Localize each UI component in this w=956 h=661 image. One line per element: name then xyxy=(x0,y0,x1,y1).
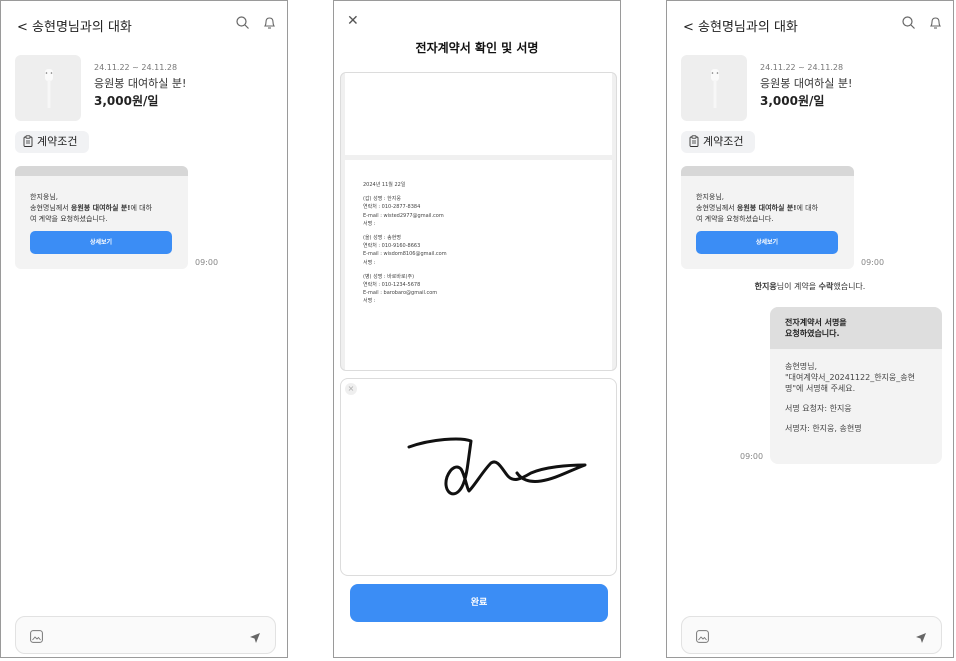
back-button[interactable]: < 송현명님과의 대화 xyxy=(683,16,798,35)
search-icon[interactable] xyxy=(902,16,915,29)
clipboard-icon xyxy=(23,135,33,147)
chat-title: 송현명님과의 대화 xyxy=(698,20,798,35)
chat-title: 송현명님과의 대화 xyxy=(32,20,132,35)
contract-page-2: 2024년 11월 22일 (갑) 성명 : 한지웅 연락처 : 010-287… xyxy=(345,160,612,370)
chat-header: < 송현명님과의 대화 xyxy=(1,1,287,47)
contract-page-1 xyxy=(345,73,612,155)
message-composer[interactable] xyxy=(681,616,942,654)
party-3: (병) 성명 : 바로바로(주) 연락처 : 010-1234-5678 E-m… xyxy=(363,273,438,305)
product-thumbnail xyxy=(681,55,747,121)
product-title: 응원봉 대여하실 분! xyxy=(760,77,853,90)
signature-stroke xyxy=(407,437,587,496)
signature-request-header: 전자계약서 서명을 요청하였습니다. xyxy=(770,307,942,349)
terms-chip-label: 계약조건 xyxy=(37,135,78,148)
back-icon: < xyxy=(17,20,28,35)
details-button[interactable]: 상세보기 xyxy=(696,231,838,254)
rental-dates: 24.11.22 ~ 24.11.28 xyxy=(760,63,844,72)
image-icon[interactable] xyxy=(696,628,709,647)
card-header-bar xyxy=(15,166,188,176)
party-1: (갑) 성명 : 한지웅 연락처 : 010-2877-8384 E-mail … xyxy=(363,196,444,227)
chat-screen-after: < 송현명님과의 대화 24.11.22 ~ 24.11.28 응원봉 대여하실… xyxy=(666,0,954,658)
message-time: 09:00 xyxy=(740,452,764,461)
contract-sign-screen: ✕ 전자계약서 확인 및 서명 2024년 11월 22일 (갑) 성명 : 한… xyxy=(333,0,621,658)
send-icon[interactable] xyxy=(915,629,927,648)
signature-request-card[interactable]: 전자계약서 서명을 요청하였습니다. 송현명님, "대여계약서_20241122… xyxy=(770,307,942,464)
system-message: 한지웅님이 계약을 수락했습니다. xyxy=(754,282,866,291)
terms-chip-label: 계약조건 xyxy=(703,135,744,148)
rental-dates: 24.11.22 ~ 24.11.28 xyxy=(94,63,178,72)
message-time: 09:00 xyxy=(195,258,219,267)
contract-title: 전자계약서 확인 및 서명 xyxy=(415,41,539,55)
back-button[interactable]: < 송현명님과의 대화 xyxy=(17,16,132,35)
terms-chip[interactable]: 계약조건 xyxy=(681,131,756,153)
signers: 서명자: 한지웅, 송현명 xyxy=(785,424,862,433)
lightstick-image xyxy=(711,69,719,108)
product-summary[interactable]: 24.11.22 ~ 24.11.28 응원봉 대여하실 분! 3,000원/일 xyxy=(15,55,275,123)
signature-requester: 서명 요청자: 한지웅 xyxy=(785,404,852,413)
product-price: 3,000원/일 xyxy=(94,94,159,108)
contract-document-viewer[interactable]: 2024년 11월 22일 (갑) 성명 : 한지웅 연락처 : 010-287… xyxy=(340,72,617,371)
close-icon[interactable]: ✕ xyxy=(347,13,359,29)
complete-button[interactable]: 완료 xyxy=(350,584,608,622)
chat-screen-before: < 송현명님과의 대화 24.11.22 ~ 24.11.28 응원봉 대여하실… xyxy=(0,0,288,658)
card-message: 한지웅님, 송현명님께서 응원봉 대여하실 분!에 대하 여 계약을 요청하셨습… xyxy=(696,193,819,223)
details-button[interactable]: 상세보기 xyxy=(30,231,172,254)
party-2: (을) 성명 : 송현명 연락처 : 010-9160-8663 E-mail … xyxy=(363,235,447,266)
contract-date: 2024년 11월 22일 xyxy=(363,182,406,188)
card-header-bar xyxy=(681,166,854,176)
back-icon: < xyxy=(683,20,694,35)
send-icon[interactable] xyxy=(249,629,261,648)
image-icon[interactable] xyxy=(30,628,43,647)
signature-pad[interactable]: × xyxy=(340,378,617,576)
message-time: 09:00 xyxy=(861,258,885,267)
terms-chip[interactable]: 계약조건 xyxy=(15,131,90,153)
chat-header: < 송현명님과의 대화 xyxy=(667,1,953,47)
product-summary[interactable]: 24.11.22 ~ 24.11.28 응원봉 대여하실 분! 3,000원/일 xyxy=(681,55,941,123)
product-thumbnail xyxy=(15,55,81,121)
lightstick-image xyxy=(45,69,53,108)
contract-request-card: 한지웅님, 송현명님께서 응원봉 대여하실 분!에 대하 여 계약을 요청하셨습… xyxy=(681,166,854,269)
message-composer[interactable] xyxy=(15,616,276,654)
contract-request-card: 한지웅님, 송현명님께서 응원봉 대여하실 분!에 대하 여 계약을 요청하셨습… xyxy=(15,166,188,269)
card-message: 한지웅님, 송현명님께서 응원봉 대여하실 분!에 대하 여 계약을 요청하셨습… xyxy=(30,193,153,223)
bell-icon[interactable] xyxy=(929,16,942,30)
search-icon[interactable] xyxy=(236,16,249,29)
clipboard-icon xyxy=(689,135,699,147)
bell-icon[interactable] xyxy=(263,16,276,30)
signature-request-body: 송현명님, "대여계약서_20241122_한지웅_송현 명"에 서명해 주세요… xyxy=(770,349,942,434)
product-title: 응원봉 대여하실 분! xyxy=(94,77,187,90)
product-price: 3,000원/일 xyxy=(760,94,825,108)
